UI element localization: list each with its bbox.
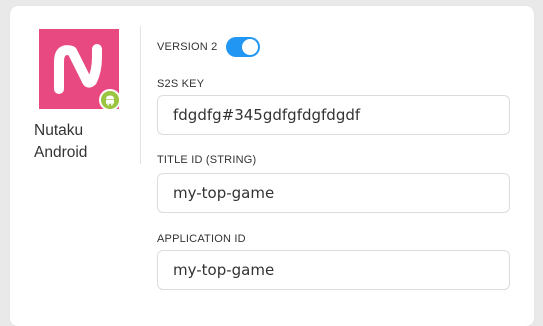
vertical-divider [140,26,141,164]
application-id-input[interactable]: my-top-game [157,250,510,290]
s2s-key-label: S2S KEY [157,78,205,90]
app-name: Nutaku Android [34,120,134,164]
version-toggle[interactable] [225,37,260,57]
app-name-line1: Nutaku [34,122,84,139]
version-label: VERSION 2 [157,41,218,53]
nutaku-logo-icon [39,29,121,111]
integration-card: Nutaku Android VERSION 2 S2S KEY fdgdfg#… [10,6,534,326]
version-row: VERSION 2 [157,37,260,57]
toggle-knob [241,39,258,55]
android-icon [99,89,121,111]
application-id-label: APPLICATION ID [157,233,246,245]
title-id-input[interactable]: my-top-game [157,173,510,213]
s2s-key-input[interactable]: fdgdfg#345gdfgfdgfdgdf [157,95,510,135]
android-robot-icon [106,95,114,106]
app-name-line2: Android [34,144,88,161]
app-panel: Nutaku Android [10,6,141,326]
title-id-label: TITLE ID (STRING) [157,154,257,166]
